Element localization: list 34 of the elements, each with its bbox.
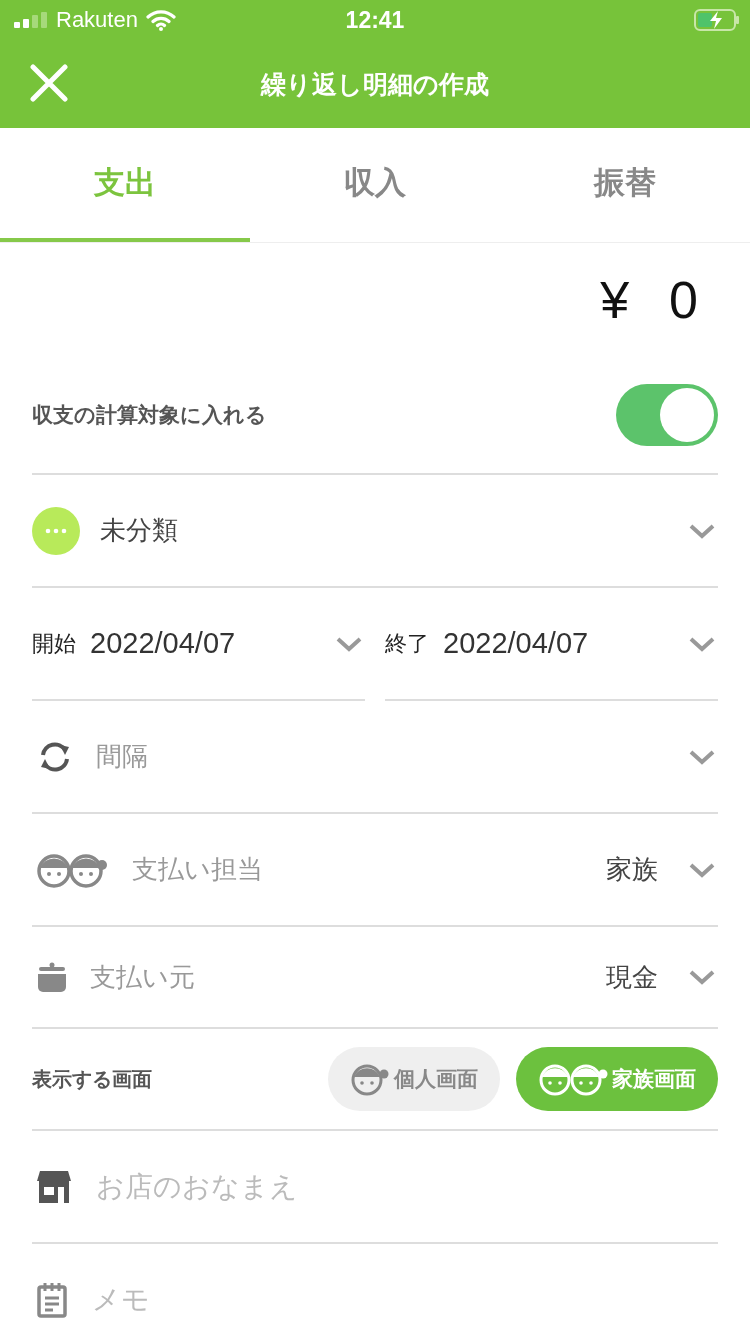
signal-icon [14,12,48,28]
more-icon [32,506,80,555]
battery-icon [694,9,740,31]
chevron-icon [335,635,363,652]
notepad-icon [36,1281,68,1318]
source-value[interactable]: 現金 [606,959,658,995]
shop-icon [36,1168,72,1205]
person-icon [350,1062,390,1096]
carrier-name: Rakuten [56,7,138,33]
date-label: 終了 [385,629,429,658]
purse-icon [36,962,68,992]
category-value[interactable]: 未分類 [100,513,688,548]
payer-label: 支払い担当 [132,853,264,886]
wifi-icon [145,9,176,31]
memo-field[interactable]: メモ [90,1282,718,1317]
chevron-icon [688,748,716,765]
date-value[interactable]: 2022/04/07 [90,627,335,660]
include-label: 収支の計算対象に入れる [32,401,268,429]
chevron-icon [688,969,716,985]
two-people-icon [538,1062,608,1096]
date-value[interactable]: 2022/04/07 [443,627,688,660]
chevron-icon [688,861,716,878]
amount-value[interactable]: 0 [669,269,698,330]
close-button[interactable] [30,64,68,102]
payer-value[interactable]: 家族 [606,852,658,887]
date-label: 開始 [32,629,76,658]
clock-time: 12:41 [345,6,405,34]
currency-symbol: ¥ [600,269,630,330]
display-screen-label: 表示する画面 [32,1065,153,1093]
chevron-icon [688,522,716,539]
screen-title: 繰り返し明細の作成 [261,68,489,101]
source-label: 支払い元 [90,960,196,994]
store-name-field[interactable]: お店のおなまえ [94,1169,718,1204]
chevron-icon [688,635,716,652]
